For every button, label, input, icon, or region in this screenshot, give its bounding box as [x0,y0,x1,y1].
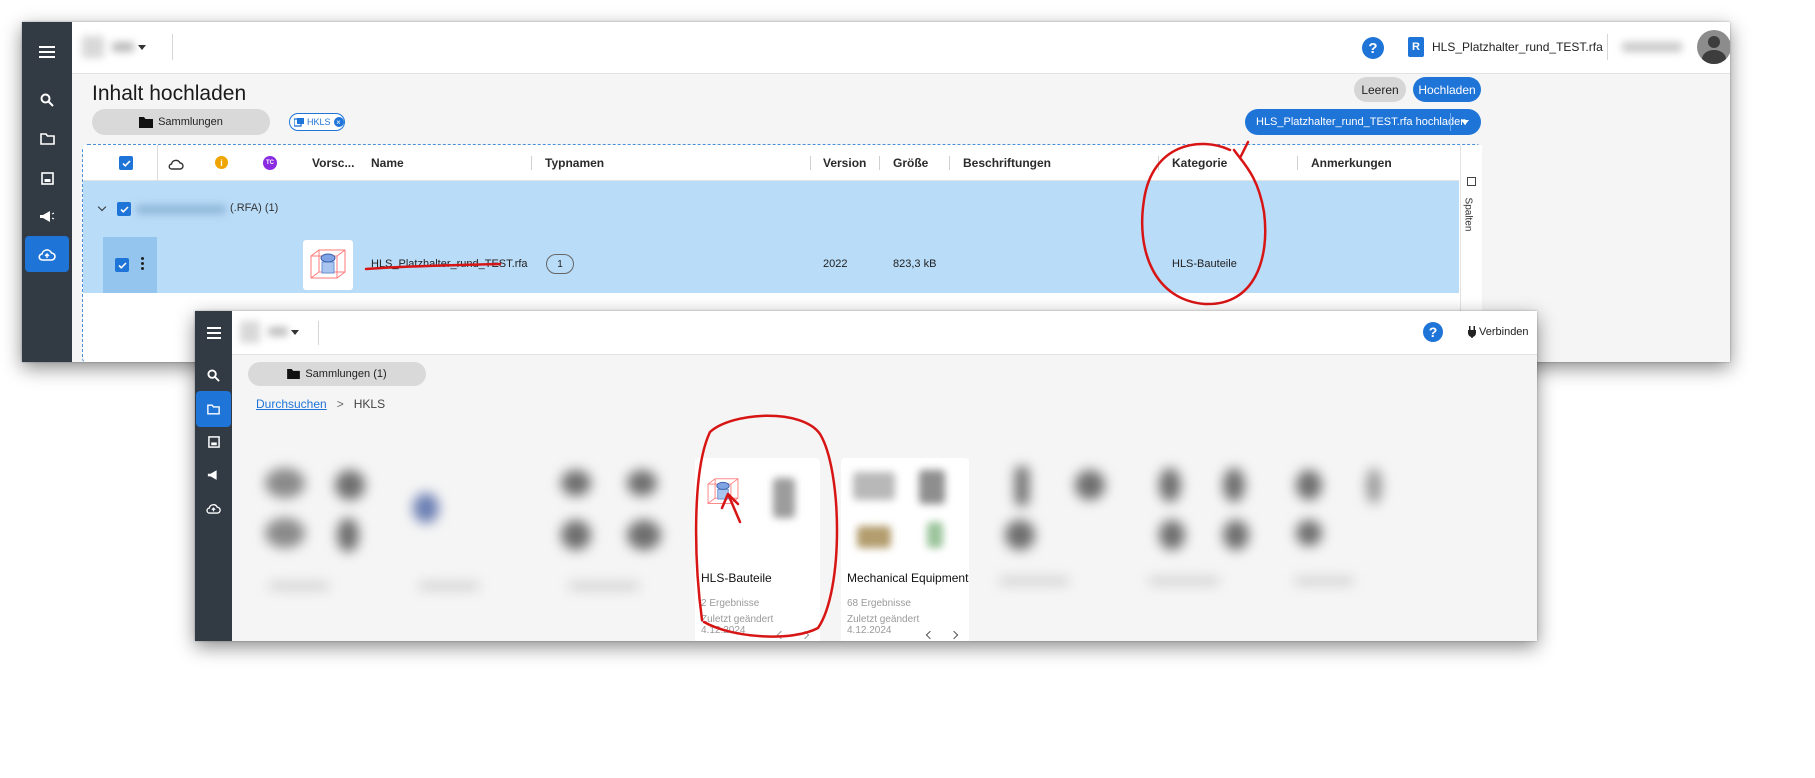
annotation-underline [364,262,502,271]
topbar-divider-2 [1607,34,1608,60]
blurred-collection-card[interactable] [255,458,405,641]
collections-button[interactable]: Sammlungen [92,109,270,135]
megaphone-icon[interactable] [25,198,69,234]
group-label: (.RFA) (1) [230,202,279,214]
row-checkbox[interactable] [115,258,129,272]
card-modified-label: Zuletzt geändert [847,614,920,625]
col-labels[interactable]: Beschriftungen [963,145,1051,181]
upload-file-split-button[interactable]: HLS_Platzhalter_rund_TEST.rfa hochladen [1245,109,1481,135]
group-checkbox[interactable] [117,202,131,216]
blurred-collection-card[interactable] [1280,458,1430,641]
close-icon[interactable]: × [333,117,344,127]
search-icon[interactable] [196,357,231,393]
breadcrumb: Durchsuchen > HKLS [256,397,385,411]
group-name-redacted [136,205,226,214]
collections-button[interactable]: Sammlungen (1) [248,362,426,386]
chevron-down-icon[interactable] [1461,120,1469,125]
folder-icon[interactable] [25,121,69,157]
row-version: 2022 [823,258,848,270]
more-vertical-icon[interactable] [141,257,145,271]
clear-button[interactable]: Leeren [1354,77,1406,102]
plug-icon [1468,325,1476,338]
col-typenames[interactable]: Typnamen [545,145,604,181]
folder-icon [287,369,301,379]
upload-button[interactable]: Hochladen [1413,77,1481,102]
select-all-checkbox[interactable] [119,156,133,170]
col-size[interactable]: Größe [893,145,928,181]
chevron-down-icon[interactable] [97,202,107,212]
workspace-selector[interactable] [268,327,288,336]
folder-icon [139,116,154,128]
top-bar: ? Verbinden [232,311,1537,355]
columns-label: Spalten [1462,197,1474,232]
collections-label: Sammlungen (1) [305,368,387,380]
header-divider [157,145,158,181]
col-name[interactable]: Name [371,145,404,181]
megaphone-icon[interactable] [196,457,231,493]
card-modified-date: 4.12.2024 [847,625,892,636]
save-icon[interactable] [196,424,231,460]
chevron-down-icon[interactable] [291,330,299,335]
filter-chip-hkls[interactable]: HKLS × [289,113,345,131]
topbar-divider [172,34,173,60]
info-icon[interactable]: i [215,156,228,169]
blurred-collection-card[interactable] [555,458,705,641]
question-icon: ? [1368,39,1378,57]
breadcrumb-current: HKLS [353,397,386,411]
help-button[interactable]: ? [1362,37,1384,59]
collection-icon [294,117,304,127]
chevron-left-icon[interactable] [925,630,935,640]
menu-icon[interactable] [196,315,231,351]
blurred-collection-card[interactable] [405,458,555,641]
blurred-collection-card[interactable] [985,458,1135,641]
typenames-count-badge[interactable]: 1 [546,254,574,274]
preview-thumbnail-blurred [847,466,963,566]
col-version[interactable]: Version [823,145,866,181]
collections-label: Sammlungen [158,116,223,128]
avatar[interactable] [1697,30,1730,64]
breadcrumb-root-link[interactable]: Durchsuchen [256,397,327,411]
save-icon[interactable] [25,160,69,196]
workspace-logo [240,321,260,343]
annotation-circle-card [694,414,839,638]
card-title: Mechanical Equipment [847,571,969,585]
columns-icon [1467,177,1476,186]
row-size: 823,3 kB [893,258,937,270]
cloud-icon[interactable] [168,157,184,175]
connect-button[interactable]: Verbinden [1479,326,1529,338]
row-select-cell [103,237,157,293]
col-notes[interactable]: Anmerkungen [1311,145,1392,181]
topbar-divider [318,321,319,345]
workspace-selector[interactable] [112,42,134,52]
annotation-circle-category [1140,140,1267,306]
tc-badge-icon[interactable]: TC [263,156,277,170]
collection-card-mechanical-equipment[interactable]: Mechanical Equipment 68 Ergebnisse Zulet… [841,458,969,641]
chevron-down-icon[interactable] [138,45,146,50]
page-title: Inhalt hochladen [92,82,247,105]
card-results: 68 Ergebnisse [847,598,911,609]
top-bar: ? R HLS_Platzhalter_rund_TEST.rfa [72,22,1730,74]
col-preview[interactable]: Vorsc... [312,145,354,181]
menu-icon[interactable] [25,34,69,70]
nav-rail [195,311,232,641]
filter-chip-label: HKLS [307,117,331,127]
upload-cloud-icon[interactable] [25,236,69,272]
upload-cloud-icon[interactable] [196,490,231,526]
current-file-name: HLS_Platzhalter_rund_TEST.rfa [1432,40,1603,54]
user-name [1622,42,1682,52]
folder-icon[interactable] [196,391,231,427]
workspace-logo [82,36,104,58]
search-icon[interactable] [25,82,69,118]
chevron-right-icon[interactable] [949,630,959,640]
revit-file-icon: R [1408,37,1424,57]
breadcrumb-separator: > [336,397,344,411]
preview-thumbnail [303,240,353,290]
upload-file-label[interactable]: HLS_Platzhalter_rund_TEST.rfa hochladen [1256,116,1466,128]
question-icon: ? [1428,324,1438,340]
browse-window: ? Verbinden Sammlungen (1) Durchsuchen >… [195,311,1537,641]
blurred-collection-card[interactable] [1135,458,1285,641]
nav-rail [22,22,72,362]
help-button[interactable]: ? [1423,322,1443,342]
